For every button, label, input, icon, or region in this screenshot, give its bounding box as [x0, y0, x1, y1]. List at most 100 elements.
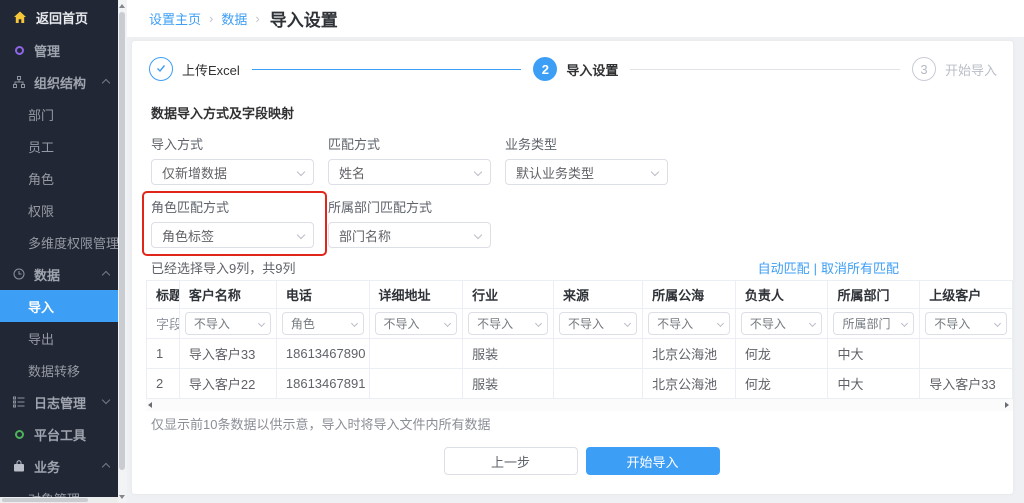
field-select[interactable]: 不导入	[648, 312, 730, 335]
column-header: 所属部门	[828, 281, 920, 309]
column-header: 负责人	[735, 281, 828, 309]
sidebar-item-platform-tools[interactable]: 平台工具	[0, 418, 118, 450]
step-connector	[252, 69, 522, 70]
select-value: 不导入	[568, 315, 604, 332]
sidebar-item-dept[interactable]: 部门	[0, 98, 118, 130]
sidebar-item-label: 多维度权限管理	[28, 233, 118, 252]
wizard-actions: 上一步 开始导入	[132, 447, 1013, 475]
table-cell: 18613467890	[276, 339, 369, 369]
chevron-down-icon	[474, 231, 482, 239]
table-cell: 导入客户33	[920, 369, 1013, 399]
breadcrumb-separator-icon: ›	[209, 11, 213, 26]
sidebar-item-manage[interactable]: 管理	[0, 34, 118, 66]
select-value: 姓名	[339, 163, 365, 182]
select-业务类型[interactable]: 默认业务类型	[505, 159, 668, 185]
chevron-down-icon	[901, 320, 908, 327]
sidebar-item-import[interactable]: 导入	[0, 290, 118, 322]
sidebar-item-label: 导入	[28, 297, 54, 316]
sidebar-item-data-transfer[interactable]: 数据转移	[0, 354, 118, 386]
form-field: 业务类型 默认业务类型	[505, 134, 668, 185]
table-cell: 1	[147, 339, 180, 369]
sidebar-horizontal-scrollbar[interactable]	[0, 497, 118, 503]
field-label: 导入方式	[151, 134, 314, 153]
sidebar-item-label: 业务	[34, 457, 60, 476]
scroll-right-icon[interactable]	[1005, 402, 1009, 408]
auto-match-link[interactable]: 自动匹配	[758, 261, 810, 276]
sidebar-item-staff[interactable]: 员工	[0, 130, 118, 162]
column-header: 电话	[276, 281, 369, 309]
scroll-left-icon[interactable]	[148, 402, 152, 408]
select-所属部门匹配方式[interactable]: 部门名称	[328, 222, 491, 248]
preview-note: 仅显示前10条数据以供示意，导入时将导入文件内所有数据	[151, 414, 1013, 433]
column-header: 详细地址	[369, 281, 463, 309]
chevron-down-icon	[994, 320, 1001, 327]
table-cell: 服装	[463, 369, 554, 399]
sidebar: 返回首页管理组织结构部门员工角色权限多维度权限管理数据导入导出数据转移日志管理平…	[0, 0, 118, 503]
page-title: 导入设置	[270, 6, 338, 31]
chevron-down-icon	[717, 320, 724, 327]
sidebar-vertical-scrollbar[interactable]	[118, 0, 127, 503]
cancel-all-match-link[interactable]: 取消所有匹配	[821, 261, 899, 276]
chevron-down-icon	[809, 320, 816, 327]
sidebar-item-org[interactable]: 组织结构	[0, 66, 118, 98]
breadcrumb: 设置主页 › 数据 › 导入设置	[127, 0, 1024, 37]
table-row: 2导入客户2218613467891服装北京公海池何龙中大导入客户33	[147, 369, 1013, 399]
link-separator: |	[814, 261, 817, 276]
sidebar-item-export[interactable]: 导出	[0, 322, 118, 354]
table-cell	[369, 339, 463, 369]
sidebar-item-perm[interactable]: 权限	[0, 194, 118, 226]
sidebar-item-multi-perm[interactable]: 多维度权限管理	[0, 226, 118, 258]
table-horizontal-scrollbar[interactable]	[146, 399, 1013, 411]
column-header: 行业	[463, 281, 554, 309]
sidebar-item-business[interactable]: 业务	[0, 450, 118, 482]
scroll-down-icon[interactable]	[119, 495, 125, 499]
start-import-button[interactable]: 开始导入	[586, 447, 720, 475]
field-select[interactable]: 不导入	[185, 312, 271, 335]
mapping-table: 标题客户名称电话详细地址行业来源所属公海负责人所属部门上级客户字段不导入角色不导…	[146, 280, 1013, 399]
ring-purple-icon	[12, 46, 26, 55]
field-select[interactable]: 不导入	[925, 312, 1007, 335]
sidebar-item-label: 日志管理	[34, 393, 86, 412]
sidebar-item-label: 数据	[34, 265, 60, 284]
sidebar-item-label: 组织结构	[34, 73, 86, 92]
field-select[interactable]: 角色	[282, 312, 364, 335]
select-角色匹配方式[interactable]: 角色标签	[151, 222, 314, 248]
field-select[interactable]: 不导入	[741, 312, 823, 335]
breadcrumb-link-settings-home[interactable]: 设置主页	[149, 9, 201, 28]
select-value: 不导入	[477, 315, 513, 332]
clock-icon	[12, 268, 26, 280]
column-header: 来源	[553, 281, 642, 309]
sidebar-item-log[interactable]: 日志管理	[0, 386, 118, 418]
field-select[interactable]: 不导入	[468, 312, 548, 335]
org-tree-icon	[12, 76, 26, 88]
select-导入方式[interactable]: 仅新增数据	[151, 159, 314, 185]
field-select[interactable]: 不导入	[375, 312, 458, 335]
chevron-up-icon	[102, 79, 110, 87]
sidebar-item-label: 管理	[34, 41, 60, 60]
sidebar-item-role[interactable]: 角色	[0, 162, 118, 194]
sidebar-item-label: 导出	[28, 329, 54, 348]
table-cell: 服装	[463, 339, 554, 369]
previous-step-button[interactable]: 上一步	[444, 447, 578, 475]
chevron-down-icon	[102, 396, 110, 404]
field-select[interactable]: 所属部门	[833, 312, 914, 335]
sidebar-item-label: 角色	[28, 169, 54, 188]
step-connector	[630, 69, 900, 70]
field-select[interactable]: 不导入	[559, 312, 637, 335]
select-value: 不导入	[934, 315, 970, 332]
chevron-up-icon	[102, 271, 110, 279]
scrollbar-thumb[interactable]	[2, 498, 88, 502]
scrollbar-thumb[interactable]	[119, 12, 125, 470]
sidebar-item-label: 数据转移	[28, 361, 80, 380]
table-cell	[553, 339, 642, 369]
select-value: 不导入	[657, 315, 693, 332]
select-value: 部门名称	[339, 226, 391, 245]
sidebar-item-label: 返回首页	[36, 8, 88, 27]
select-value: 角色标签	[162, 226, 214, 245]
sidebar-item-home[interactable]: 返回首页	[0, 0, 118, 34]
scroll-up-icon[interactable]	[119, 4, 125, 8]
breadcrumb-link-data[interactable]: 数据	[221, 9, 247, 28]
sidebar-item-data[interactable]: 数据	[0, 258, 118, 290]
breadcrumb-separator-icon: ›	[255, 11, 259, 26]
select-匹配方式[interactable]: 姓名	[328, 159, 491, 185]
